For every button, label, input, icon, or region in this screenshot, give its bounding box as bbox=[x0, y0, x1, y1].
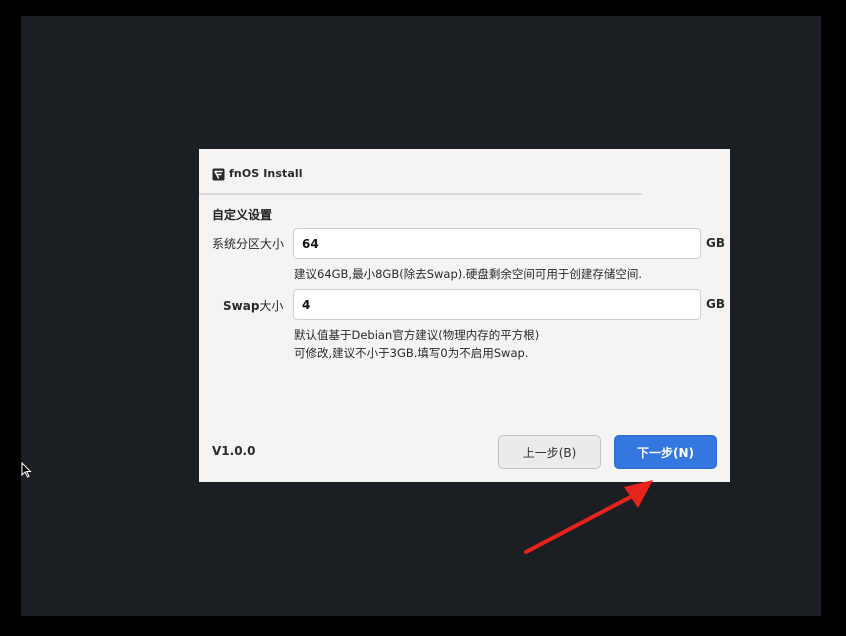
previous-step-button[interactable]: 上一步(B) bbox=[498, 435, 601, 469]
system-partition-input[interactable] bbox=[293, 228, 701, 259]
swap-hint-line1: 默认值基于Debian官方建议(物理内存的平方根) bbox=[294, 328, 540, 342]
next-step-button[interactable]: 下一步(N) bbox=[614, 435, 717, 469]
swap-label-suffix: 大小 bbox=[259, 299, 284, 313]
dialog-titlebar: fnOS Install bbox=[199, 149, 730, 195]
fnos-logo-icon bbox=[212, 168, 225, 181]
swap-label: Swap大小 bbox=[223, 297, 283, 314]
mouse-pointer-icon bbox=[21, 462, 32, 478]
version-label: V1.0.0 bbox=[212, 444, 256, 458]
section-title: 自定义设置 bbox=[212, 208, 273, 222]
swap-size-input[interactable] bbox=[293, 289, 701, 320]
install-dialog: fnOS Install 自定义设置 系统分区大小 GB 建议64GB,最小8G… bbox=[199, 149, 730, 482]
system-partition-unit: GB bbox=[706, 236, 725, 250]
annotation-arrow-icon bbox=[524, 480, 653, 554]
swap-label-prefix: Swap bbox=[223, 299, 260, 313]
window-title: fnOS Install bbox=[229, 167, 303, 180]
desktop: fnOS Install 自定义设置 系统分区大小 GB 建议64GB,最小8G… bbox=[0, 0, 846, 636]
title-divider bbox=[199, 193, 642, 195]
swap-hint-line2: 可修改,建议不小于3GB.填写0为不启用Swap. bbox=[294, 346, 529, 360]
system-partition-label: 系统分区大小 bbox=[212, 237, 285, 251]
swap-unit: GB bbox=[706, 297, 725, 311]
system-partition-hint: 建议64GB,最小8GB(除去Swap).硬盘剩余空间可用于创建存储空间. bbox=[294, 267, 643, 281]
